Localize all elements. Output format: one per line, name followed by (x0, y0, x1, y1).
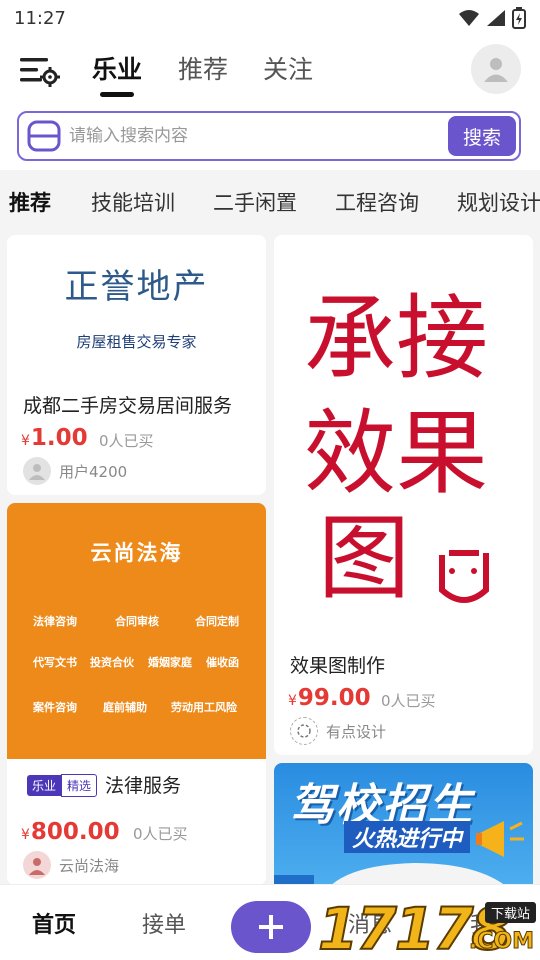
card-image: 云尚法海 法律咨询 合同审核 合同定制 代写文书 投资合伙 婚姻家庭 催收函 案… (7, 503, 266, 759)
user-avatar-button[interactable] (471, 44, 521, 94)
law-item: 婚姻家庭 (148, 656, 192, 669)
card-buyers: 0人已买 (381, 692, 436, 710)
handwritten-text: 承接 效果 图 (304, 285, 489, 612)
active-tab-indicator (100, 92, 134, 97)
product-card-driving-school[interactable]: 驾校招生 火热进行中 (274, 763, 533, 884)
law-item: 庭前辅助 (103, 701, 147, 714)
car-graphic (274, 863, 504, 884)
hand-line-2: 效果 (304, 400, 488, 507)
card-seller: 有点设计 (290, 717, 386, 745)
card-price: ¥800.00 (21, 819, 120, 845)
seller-name: 云尚法海 (59, 856, 120, 875)
image-sub-text: 火热进行中 (344, 821, 471, 853)
law-item: 投资合伙 (90, 656, 134, 669)
category-skills-training[interactable]: 技能培训 (91, 187, 175, 217)
category-engineering[interactable]: 工程咨询 (335, 187, 419, 217)
category-bar: 推荐 技能培训 二手闲置 工程咨询 规划设计 (0, 170, 540, 232)
menu-settings-icon (20, 58, 60, 87)
card-title: 法律服务 (105, 775, 182, 797)
card-image: 承接 效果 图 (274, 235, 533, 635)
card-tags: 乐业 精选 (27, 774, 98, 797)
battery-icon (512, 7, 526, 29)
product-card-real-estate[interactable]: 正誉地产 房屋租售交易专家 成都二手房交易居间服务 ¥1.00 0人已买 用户4… (7, 235, 266, 495)
seller-avatar (23, 851, 51, 879)
hand-line-3: 图 (318, 505, 410, 612)
law-item: 合同定制 (195, 615, 239, 628)
user-icon (484, 58, 508, 82)
status-time: 11:27 (14, 7, 66, 29)
user-icon (29, 464, 45, 480)
law-item: 法律咨询 (33, 615, 77, 628)
card-title: 成都二手房交易居间服务 (23, 395, 233, 417)
add-post-button[interactable] (231, 901, 311, 953)
top-header: 乐业 推荐 关注 (0, 38, 540, 102)
scan-icon[interactable] (27, 120, 61, 152)
law-item: 催收函 (206, 656, 239, 669)
card-buyers: 0人已买 (99, 432, 154, 450)
card-title: 效果图制作 (290, 655, 386, 677)
seller-logo-icon (297, 724, 311, 738)
seller-avatar (290, 717, 318, 745)
card-buyers: 0人已买 (133, 825, 188, 843)
search-bar: 搜索 (17, 111, 521, 161)
category-recommend[interactable]: 推荐 (9, 187, 51, 217)
image-sub-text: 房屋租售交易专家 (76, 333, 197, 351)
status-bar: 11:27 (0, 0, 540, 36)
hand-line-1: 承接 (304, 285, 488, 392)
nav-orders[interactable]: 接单 (142, 907, 186, 939)
wifi-icon (459, 10, 479, 26)
product-card-law-service[interactable]: 云尚法海 法律咨询 合同审核 合同定制 代写文书 投资合伙 婚姻家庭 催收函 案… (7, 503, 266, 884)
watermark-com: .COM (468, 929, 534, 955)
seller-name: 有点设计 (326, 722, 387, 741)
plus-icon (259, 915, 283, 939)
product-feed: 正誉地产 房屋租售交易专家 成都二手房交易居间服务 ¥1.00 0人已买 用户4… (0, 232, 540, 884)
menu-settings-button[interactable] (18, 52, 60, 88)
watermark-logo: 17178 下载站 .COM (317, 897, 540, 960)
law-item: 案件咨询 (33, 701, 77, 714)
seller-name: 用户4200 (59, 462, 128, 481)
card-price: ¥1.00 (21, 425, 88, 451)
card-price: ¥99.00 (288, 685, 371, 711)
search-button[interactable]: 搜索 (448, 116, 516, 156)
status-icons (458, 7, 526, 29)
tab-recommend[interactable]: 推荐 (178, 50, 228, 86)
card-image: 驾校招生 火热进行中 (274, 763, 533, 884)
law-item: 代写文书 (33, 656, 77, 669)
tag-featured: 精选 (61, 774, 98, 797)
watermark-download: 下载站 (484, 902, 536, 923)
card-image: 正誉地产 房屋租售交易专家 (7, 235, 266, 375)
product-card-effect-drawing[interactable]: 承接 效果 图 效果图制作 ¥99.00 0人已买 有点设计 (274, 235, 533, 755)
law-item: 合同审核 (115, 615, 159, 628)
category-planning-design[interactable]: 规划设计 (457, 187, 540, 217)
tag-leye: 乐业 (27, 775, 62, 796)
tab-follow[interactable]: 关注 (263, 50, 313, 86)
signal-icon (487, 10, 505, 26)
image-logo-text: 正誉地产 (64, 267, 209, 307)
category-second-hand[interactable]: 二手闲置 (213, 187, 297, 217)
law-item: 劳动用工风险 (171, 701, 237, 714)
seller-photo-icon (29, 858, 45, 875)
search-input[interactable] (69, 113, 449, 159)
tab-leye[interactable]: 乐业 (92, 50, 142, 86)
card-seller: 用户4200 (23, 457, 127, 485)
nav-home[interactable]: 首页 (32, 907, 76, 939)
image-logo-text: 云尚法海 (90, 541, 183, 565)
card-seller: 云尚法海 (23, 851, 119, 879)
seller-avatar (23, 457, 51, 485)
